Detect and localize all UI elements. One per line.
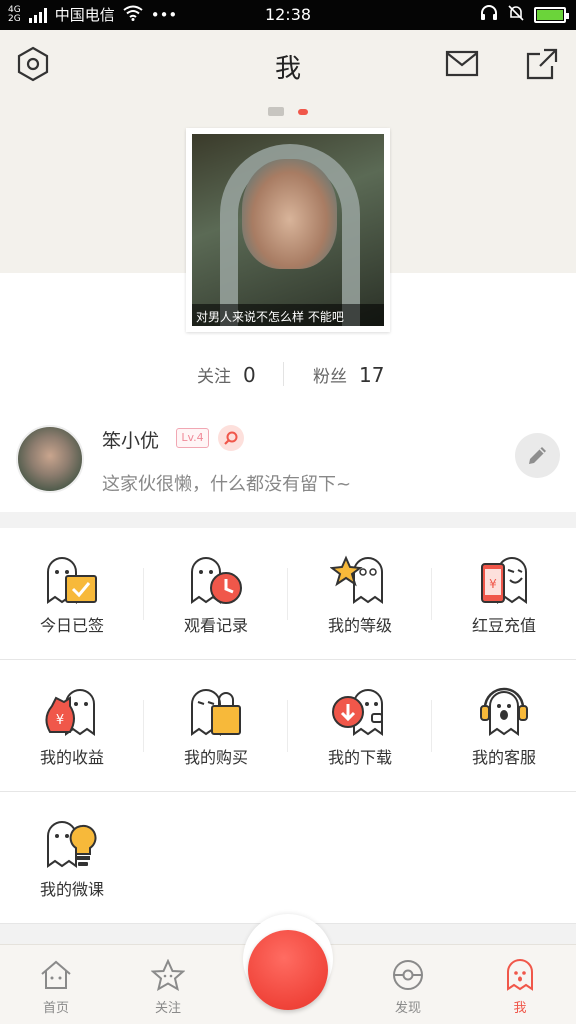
nav-me[interactable]: 我: [490, 959, 550, 1016]
purchase-ghost-icon: [191, 689, 241, 736]
mail-icon[interactable]: [444, 46, 480, 82]
record-button[interactable]: [248, 930, 328, 1010]
status-right: [480, 5, 569, 25]
following-count: 0: [243, 363, 256, 387]
cover-pager[interactable]: [268, 107, 308, 116]
svg-text:¥: ¥: [489, 577, 497, 591]
menu-item-microclass[interactable]: 我的微课: [0, 792, 144, 924]
menu-row-1: 今日已签 观看记录 我的等级 ¥ 红豆充值: [0, 528, 576, 660]
menu-item-download[interactable]: 我的下载: [288, 660, 432, 792]
nav-discover-label: 发现: [394, 1001, 421, 1016]
menu-item-recharge[interactable]: ¥ 红豆充值: [432, 528, 576, 660]
share-icon[interactable]: [524, 46, 560, 82]
fans-stat[interactable]: 粉丝 17: [313, 362, 384, 387]
menu-item-history[interactable]: 观看记录: [144, 528, 288, 660]
menu-row-2: ¥ 我的收益 我的购买 我的下载 我的客服: [0, 660, 576, 792]
menu-item-earnings[interactable]: ¥ 我的收益: [0, 660, 144, 792]
search-icon: [224, 431, 238, 445]
svg-text:¥: ¥: [56, 713, 64, 728]
home-icon: [41, 960, 71, 989]
cover-image-frame[interactable]: 对男人来说不怎么样 不能吧: [186, 128, 390, 332]
menu-item-service[interactable]: 我的客服: [432, 660, 576, 792]
menu-item-label: 我的等级: [327, 616, 392, 635]
menu-row-3: 我的微课: [0, 792, 576, 924]
username: 笨小优: [102, 430, 160, 452]
stats-row: 关注 0 粉丝 17: [0, 362, 576, 387]
service-ghost-icon: [480, 687, 528, 736]
ghost-icon: [507, 959, 533, 991]
video-camera-icon[interactable]: [268, 107, 284, 116]
cover-caption: 对男人来说不怎么样 不能吧: [192, 304, 384, 326]
nav-me-label: 我: [513, 1001, 527, 1016]
edit-profile-button[interactable]: [515, 433, 560, 478]
search-badge[interactable]: [218, 425, 244, 451]
menu-item-label: 我的下载: [327, 748, 392, 767]
following-label: 关注: [197, 367, 231, 387]
nav-home-label: 首页: [42, 1001, 69, 1016]
level-badge: Lv.4: [176, 428, 209, 448]
menu-item-label: 今日已签: [39, 616, 104, 635]
nav-home[interactable]: 首页: [26, 959, 86, 1016]
following-stat[interactable]: 关注 0: [197, 362, 256, 387]
level-ghost-icon: [330, 555, 383, 604]
cover-face-shape: [242, 159, 337, 269]
mute-bell-icon: [508, 5, 524, 25]
section-separator: [0, 512, 576, 528]
status-bar: 4G 2G 中国电信 ••• 12:38: [0, 0, 576, 30]
recharge-ghost-icon: ¥: [481, 557, 527, 604]
bio-text: 这家伙很懒，什么都没有留下~: [102, 474, 352, 495]
avatar[interactable]: [16, 425, 84, 493]
menu-item-label: 我的微课: [39, 880, 104, 899]
menu-item-label: 观看记录: [183, 616, 248, 635]
nav-follow-label: 关注: [154, 1001, 181, 1016]
menu-item-level[interactable]: 我的等级: [288, 528, 432, 660]
headset-icon: [480, 5, 498, 25]
earnings-ghost-icon: ¥: [45, 689, 95, 736]
menu-item-label: 我的购买: [183, 748, 248, 767]
menu-item-label: 我的客服: [471, 748, 536, 767]
menu-item-label: 我的收益: [39, 748, 104, 767]
download-ghost-icon: [332, 689, 383, 736]
nav-discover[interactable]: 发现: [378, 959, 438, 1016]
cover-image[interactable]: 对男人来说不怎么样 不能吧: [192, 134, 384, 326]
star-icon: [150, 958, 186, 992]
history-ghost-icon: [191, 557, 242, 604]
fans-label: 粉丝: [313, 367, 347, 387]
menu-item-purchase[interactable]: 我的购买: [144, 660, 288, 792]
fans-count: 17: [359, 363, 385, 387]
pager-dot-active[interactable]: [298, 108, 308, 115]
menu-item-label: 红豆充值: [471, 616, 536, 635]
nav-follow[interactable]: 关注: [138, 958, 198, 1016]
page-title: 我: [274, 54, 301, 84]
menu-item-checkin[interactable]: 今日已签: [0, 528, 144, 660]
discover-icon: [393, 960, 423, 990]
microclass-ghost-icon: [47, 821, 97, 868]
battery-icon: [534, 7, 569, 23]
checkin-ghost-icon: [47, 557, 97, 604]
stats-divider: [283, 362, 284, 386]
pencil-icon: [529, 447, 546, 464]
